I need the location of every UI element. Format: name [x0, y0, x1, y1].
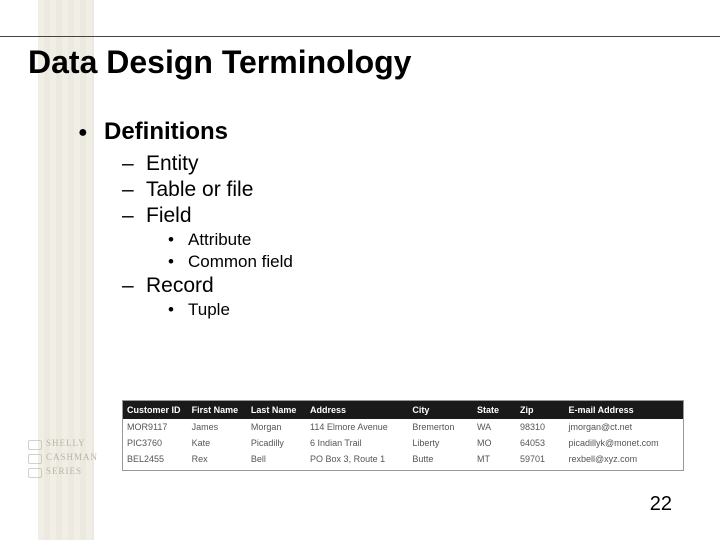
col-email: E-mail Address [564, 401, 683, 419]
col-first-name: First Name [188, 401, 247, 419]
table-row: PIC3760 Kate Picadilly 6 Indian Trail Li… [123, 435, 683, 451]
page-number: 22 [650, 493, 672, 516]
table-row: BEL2455 Rex Bell PO Box 3, Route 1 Butte… [123, 451, 683, 470]
bullet-l2: Field [146, 204, 682, 228]
col-last-name: Last Name [247, 401, 306, 419]
col-city: City [408, 401, 473, 419]
table-header-row: Customer ID First Name Last Name Address… [123, 401, 683, 419]
series-logo: SHELLY CASHMAN SERIES [34, 436, 98, 486]
col-state: State [473, 401, 516, 419]
logo-line: SERIES [46, 464, 98, 478]
title-rule [0, 36, 720, 37]
bullet-l2: Table or file [146, 178, 682, 202]
bullet-l3: Common field [188, 252, 682, 272]
example-table: Customer ID First Name Last Name Address… [122, 400, 684, 471]
bullet-l3: Tuple [188, 300, 682, 320]
bullet-l2: Record [146, 274, 682, 298]
slide-title: Data Design Terminology [28, 44, 411, 81]
logo-line: CASHMAN [46, 450, 98, 464]
logo-line: SHELLY [46, 436, 98, 450]
table-row: MOR9117 James Morgan 114 Elmore Avenue B… [123, 419, 683, 435]
logo-bars-icon [28, 440, 40, 482]
col-customer-id: Customer ID [123, 401, 188, 419]
col-address: Address [306, 401, 408, 419]
bullet-l2: Entity [146, 152, 682, 176]
bullet-l1: Definitions [104, 118, 682, 146]
bullet-content: Definitions Entity Table or file Field A… [82, 110, 682, 322]
bullet-l3: Attribute [188, 230, 682, 250]
col-zip: Zip [516, 401, 564, 419]
